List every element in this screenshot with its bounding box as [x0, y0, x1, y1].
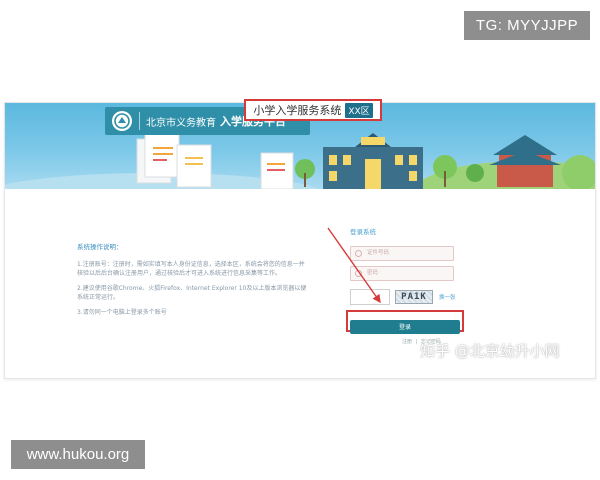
org-name: 北京市义务教育 — [146, 117, 216, 129]
username-placeholder: 证件号码 — [367, 250, 390, 256]
login-button[interactable]: 登录 — [350, 319, 460, 334]
instructions-heading: 系统操作说明： — [77, 243, 123, 251]
captcha-image[interactable]: PA1K — [395, 290, 433, 304]
telegram-watermark: TG: MYYJJPP — [464, 11, 590, 40]
zhihu-watermark: 知乎 @北京幼升小网 — [420, 342, 560, 360]
instructions: 系统操作说明： 1.注册账号：注册时，需如实填写本人身份证信息，选择本区，系统会… — [77, 243, 307, 323]
login-button-highlight: 登录 — [346, 310, 464, 334]
emblem-icon — [112, 111, 132, 131]
user-icon — [355, 250, 362, 257]
captcha-row: PA1K 换一张 — [350, 288, 462, 306]
captcha-refresh-link[interactable]: 换一张 — [439, 293, 456, 301]
site-watermark: www.hukou.org — [11, 440, 145, 469]
district-badge: XX区 — [345, 102, 373, 118]
system-title-highlight: 小学入学服务系统 XX区 — [244, 99, 382, 121]
login-title: 登录系统 — [350, 228, 376, 236]
password-field[interactable]: 密码 — [350, 266, 454, 281]
logo-divider — [139, 112, 140, 130]
instruction-item: 3.请勿同一个电脑上登录多个账号 — [77, 309, 167, 316]
document-illustration — [260, 152, 294, 189]
temple-illustration — [489, 135, 561, 187]
lock-icon — [355, 270, 362, 277]
system-title: 小学入学服务系统 — [253, 104, 342, 117]
instruction-item: 2.建议使用谷歌Chrome、火狐Firefox、Internet Explor… — [77, 285, 307, 301]
register-link[interactable]: 注册 — [402, 339, 412, 345]
password-placeholder: 密码 — [367, 270, 379, 276]
instruction-item: 1.注册账号：注册时，需如实填写本人身份证信息，选择本区，系统会将您的信息一并核… — [77, 261, 305, 277]
login-panel: 登录系统 证件号码 密码 PA1K 换一张 — [350, 226, 462, 306]
screenshot-frame: 北京市义务教育 入学服务平台 系统操作说明： 1.注册账号：注册时，需如实填写本… — [4, 102, 596, 379]
link-separator: | — [415, 339, 418, 345]
captcha-input[interactable] — [350, 289, 390, 305]
school-building-illustration — [323, 133, 423, 189]
username-field[interactable]: 证件号码 — [350, 246, 454, 261]
